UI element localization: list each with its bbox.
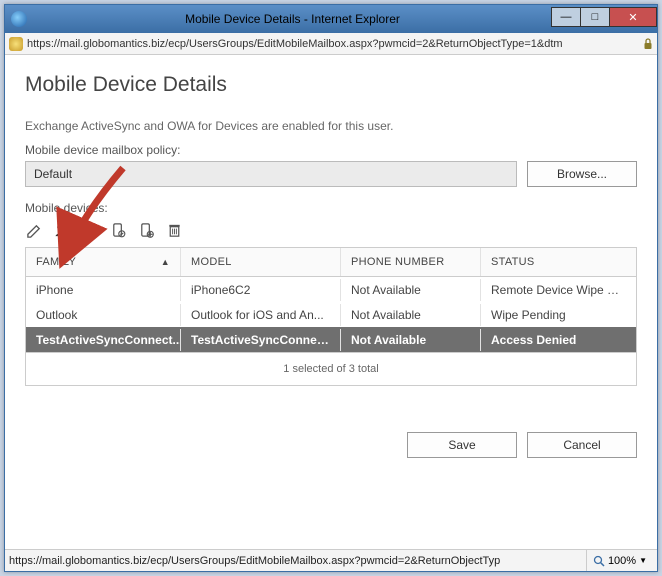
devices-label: Mobile devices: [25,201,637,215]
sort-asc-icon: ▲ [161,257,170,267]
info-text: Exchange ActiveSync and OWA for Devices … [25,119,637,133]
policy-label: Mobile device mailbox policy: [25,143,637,157]
col-family[interactable]: FAMILY▲ [26,248,181,276]
status-url: https://mail.globomantics.biz/ecp/UsersG… [9,555,586,567]
address-bar: https://mail.globomantics.biz/ecp/UsersG… [5,33,657,55]
table-row[interactable]: TestActiveSyncConnect... TestActiveSyncC… [26,327,636,352]
cancel-button[interactable]: Cancel [527,432,637,458]
edit-icon[interactable] [25,221,43,239]
browse-button[interactable]: Browse... [527,161,637,187]
zoom-value: 100% [608,555,636,567]
address-url[interactable]: https://mail.globomantics.biz/ecp/UsersG… [27,38,639,50]
zoom-control[interactable]: 100% ▼ [586,550,653,571]
minimize-button[interactable]: — [551,7,581,27]
col-phone[interactable]: PHONE NUMBER [341,248,481,276]
policy-input[interactable] [25,161,517,187]
ie-icon [11,11,27,27]
page-heading: Mobile Device Details [25,73,637,97]
table-row[interactable]: Outlook Outlook for iOS and An... Not Av… [26,302,636,327]
ie-window: Mobile Device Details - Internet Explore… [4,4,658,572]
devices-grid: FAMILY▲ MODEL PHONE NUMBER STATUS iPhone… [25,247,637,386]
magnifier-icon [593,555,605,567]
block-user-icon[interactable] [81,221,99,239]
wipe-account-icon[interactable] [137,221,155,239]
grid-footer: 1 selected of 3 total [26,352,636,385]
chevron-down-icon: ▼ [639,556,647,565]
grid-header: FAMILY▲ MODEL PHONE NUMBER STATUS [26,248,636,277]
window-title: Mobile Device Details - Internet Explore… [33,12,552,26]
close-button[interactable]: ✕ [609,7,657,27]
delete-icon[interactable] [165,221,183,239]
maximize-button[interactable]: □ [580,7,610,27]
table-row[interactable]: iPhone iPhone6C2 Not Available Remote De… [26,277,636,302]
col-model[interactable]: MODEL [181,248,341,276]
site-icon [9,37,23,51]
page-content: Mobile Device Details Exchange ActiveSyn… [5,55,657,470]
col-status[interactable]: STATUS [481,248,636,276]
devices-toolbar [25,221,637,239]
allow-user-icon[interactable] [53,221,71,239]
titlebar: Mobile Device Details - Internet Explore… [5,5,657,33]
status-bar: https://mail.globomantics.biz/ecp/UsersG… [5,549,657,571]
wipe-device-icon[interactable] [109,221,127,239]
lock-icon [643,38,653,50]
save-button[interactable]: Save [407,432,517,458]
